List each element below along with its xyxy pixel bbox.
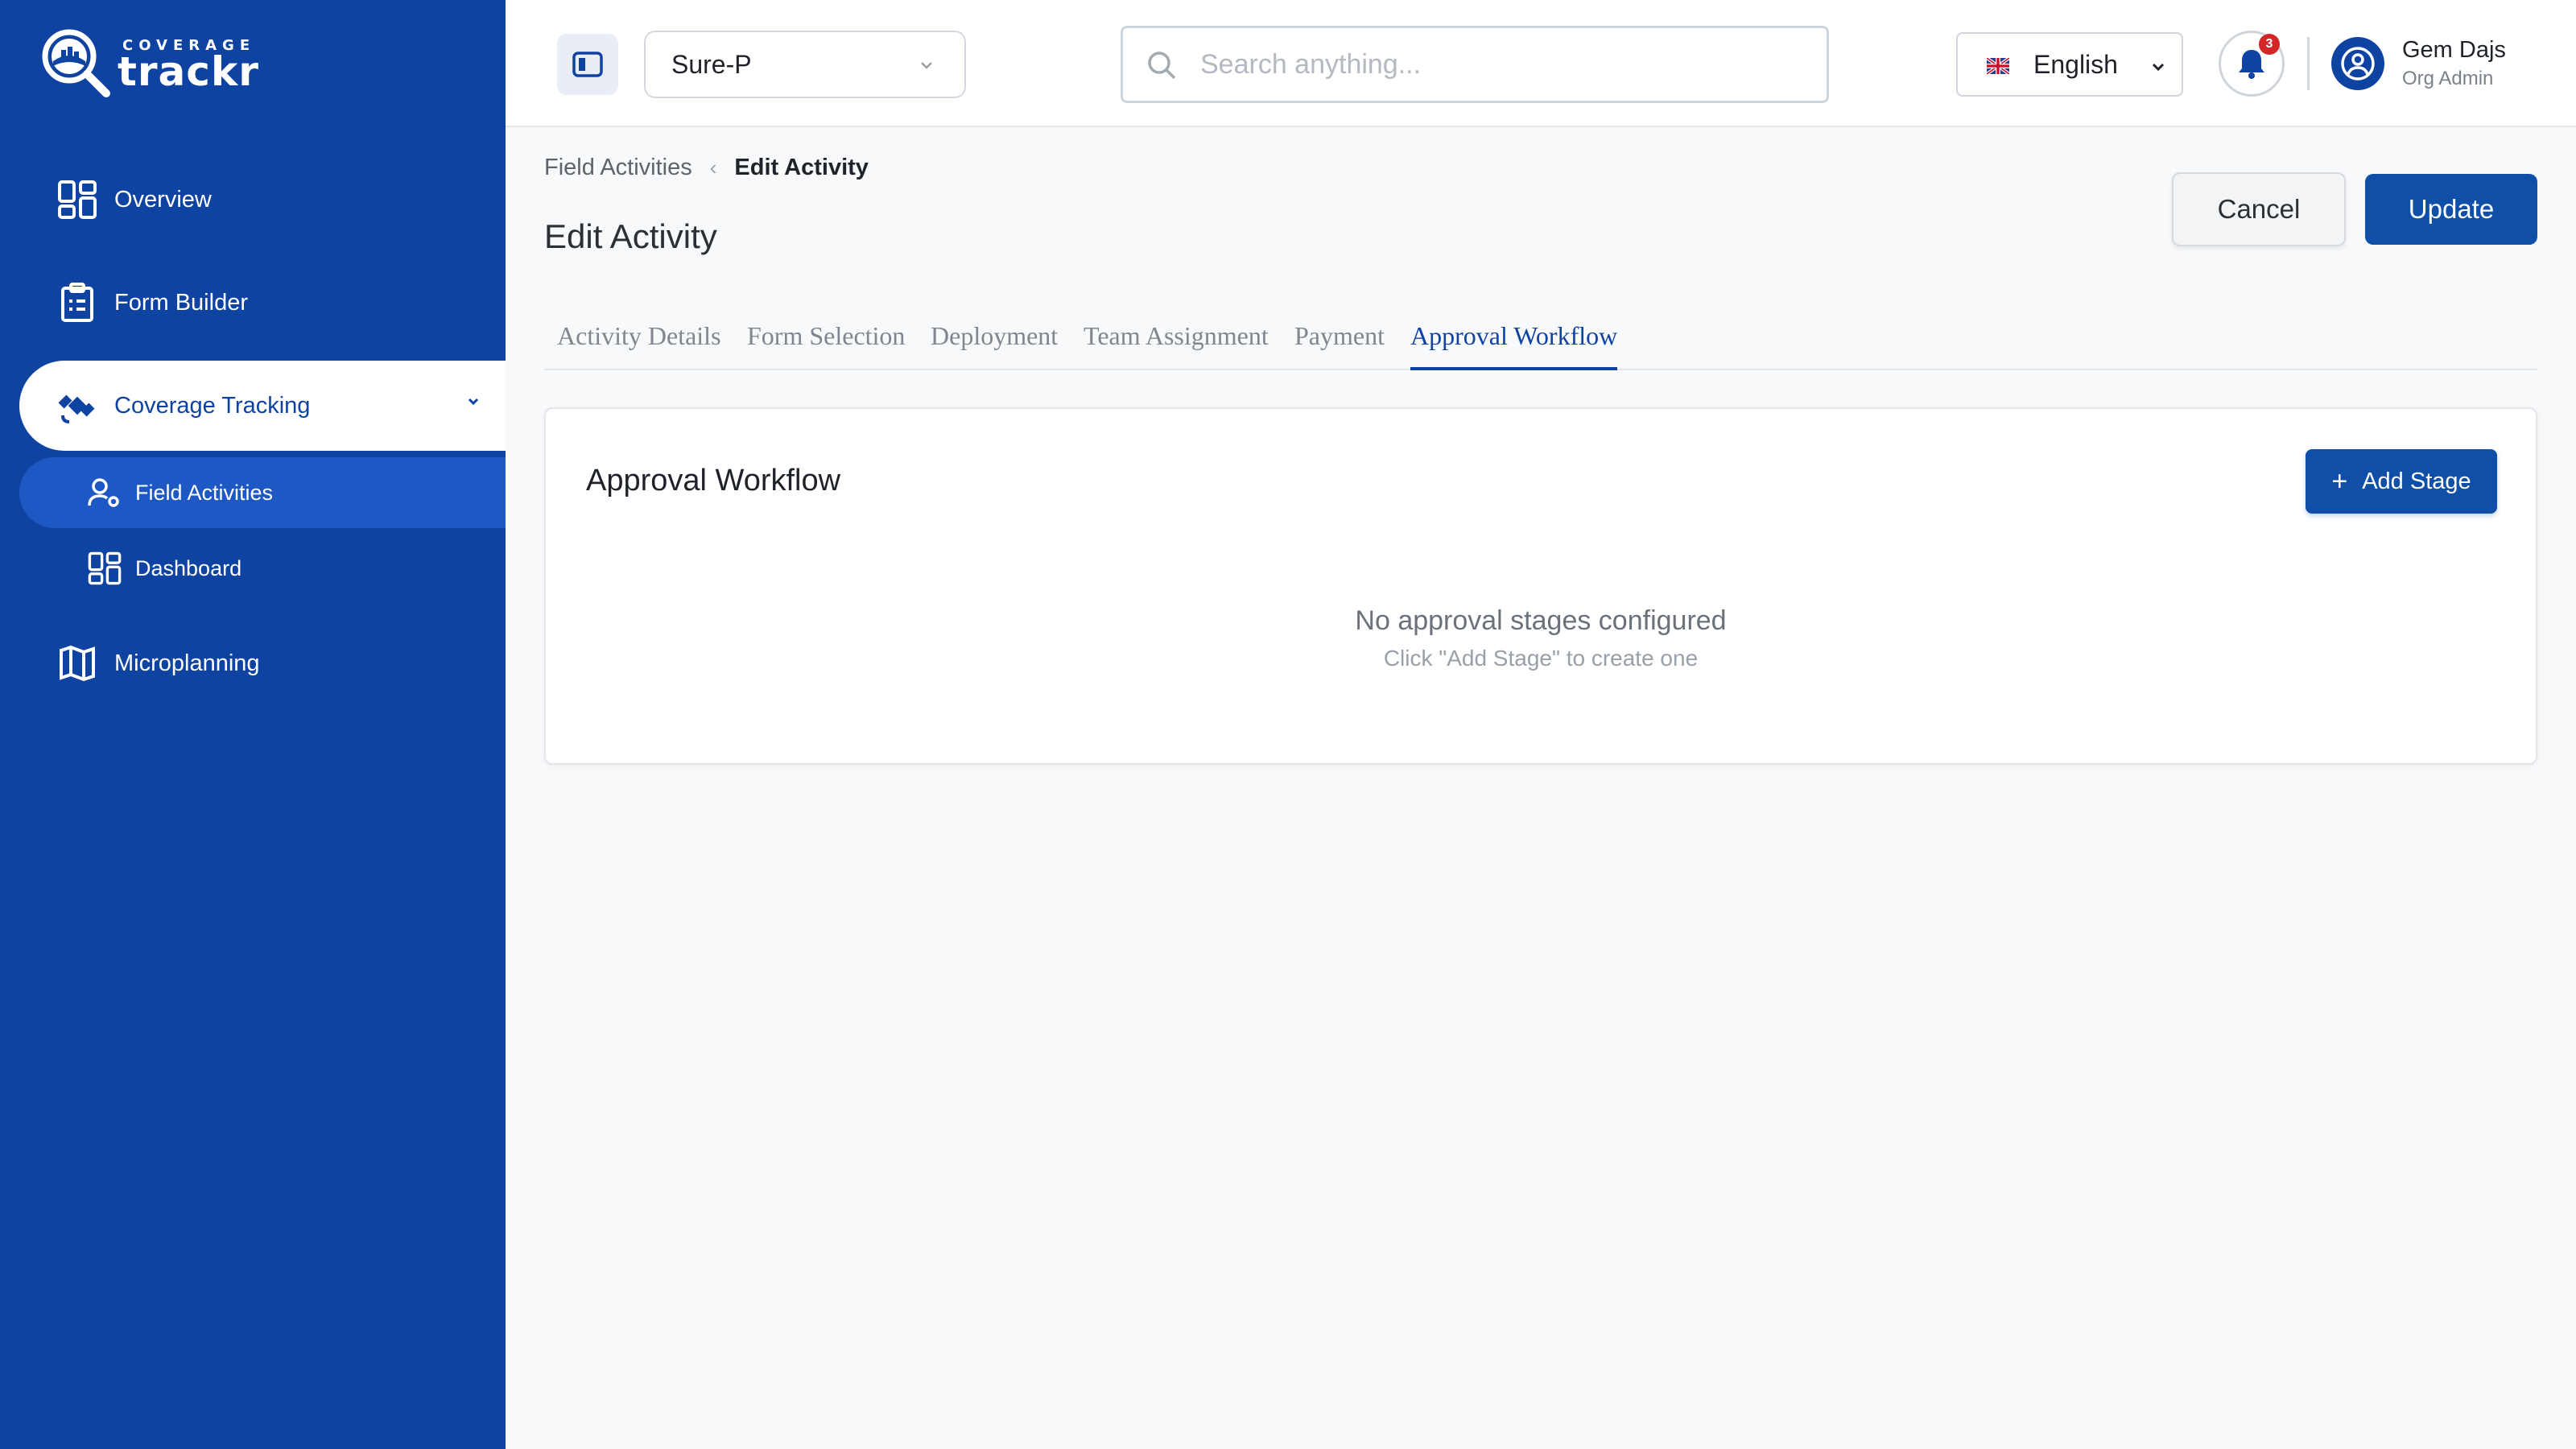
tab-team-assignment[interactable]: Team Assignment	[1084, 314, 1269, 370]
page-title: Edit Activity	[544, 217, 717, 255]
notification-badge: 3	[2259, 34, 2280, 55]
tab-approval-workflow[interactable]: Approval Workflow	[1410, 314, 1618, 370]
tab-deployment[interactable]: Deployment	[931, 314, 1058, 370]
map-icon	[56, 642, 98, 684]
clipboard-icon	[56, 282, 98, 324]
cancel-button[interactable]: Cancel	[2172, 172, 2346, 246]
logo-magnifier-icon	[42, 29, 110, 97]
sidebar-item-form-builder[interactable]: Form Builder	[19, 261, 506, 345]
top-header: Sure-P Search anything... English 3 Gem …	[506, 0, 2576, 127]
empty-state-title: No approval stages configured	[1355, 605, 1727, 636]
sidebar-toggle-icon	[572, 52, 603, 77]
add-stage-label: Add Stage	[2362, 468, 2471, 494]
organization-select-value: Sure-P	[671, 49, 752, 79]
language-select[interactable]: English	[1956, 32, 2183, 97]
user-role: Org Admin	[2402, 68, 2494, 89]
sidebar-item-label: Coverage Tracking	[114, 392, 311, 419]
chevron-down-icon	[2152, 63, 2165, 72]
tab-payment[interactable]: Payment	[1294, 314, 1385, 370]
user-icon	[2341, 47, 2375, 80]
search-placeholder: Search anything...	[1200, 48, 1422, 80]
search-icon	[1148, 52, 1176, 80]
sidebar-subitem-field-activities[interactable]: Field Activities	[19, 457, 506, 528]
language-select-value: English	[2033, 49, 2118, 79]
sidebar-subitem-label: Dashboard	[135, 555, 242, 580]
sidebar: COVERAGE trackr Overview Form Builder Co…	[0, 0, 506, 1449]
plus-icon: +	[2331, 465, 2348, 497]
sidebar-subitem-label: Field Activities	[135, 480, 274, 505]
grid-icon	[56, 179, 98, 221]
card-title: Approval Workflow	[586, 464, 841, 497]
sidebar-item-label: Overview	[114, 186, 212, 213]
satellite-icon	[56, 385, 98, 427]
approval-workflow-card: Approval Workflow + Add Stage No approva…	[544, 407, 2537, 765]
activity-tabs: Activity Details Form Selection Deployme…	[544, 314, 2537, 370]
breadcrumb-link-field-activities[interactable]: Field Activities	[544, 155, 692, 181]
chevron-down-icon	[468, 398, 479, 406]
add-stage-button[interactable]: + Add Stage	[2306, 449, 2497, 514]
empty-state-hint: Click "Add Stage" to create one	[1383, 646, 1699, 671]
sidebar-item-coverage-tracking[interactable]: Coverage Tracking	[19, 361, 506, 451]
sidebar-item-label: Form Builder	[114, 289, 248, 316]
user-name: Gem Dajs	[2402, 37, 2506, 63]
search-input[interactable]: Search anything...	[1121, 26, 1829, 103]
logo[interactable]: COVERAGE trackr	[39, 26, 280, 106]
sidebar-item-microplanning[interactable]: Microplanning	[19, 621, 506, 705]
header-divider	[2307, 37, 2310, 90]
breadcrumb: Field Activities ‹ Edit Activity	[544, 155, 869, 181]
sidebar-subitem-dashboard[interactable]: Dashboard	[19, 533, 506, 604]
user-gear-icon	[87, 475, 122, 510]
chevron-left-icon: ‹	[709, 155, 717, 180]
update-button[interactable]: Update	[2365, 174, 2537, 245]
organization-select[interactable]: Sure-P	[644, 31, 966, 98]
tab-form-selection[interactable]: Form Selection	[747, 314, 905, 370]
tab-activity-details[interactable]: Activity Details	[557, 314, 721, 370]
sidebar-item-overview[interactable]: Overview	[19, 158, 506, 242]
avatar[interactable]	[2331, 37, 2384, 90]
uk-flag-icon	[1987, 58, 2009, 74]
brand-title: trackr	[118, 48, 259, 95]
chevron-down-icon	[921, 62, 932, 69]
sidebar-toggle-button[interactable]	[557, 34, 618, 95]
sidebar-item-label: Microplanning	[114, 650, 260, 676]
breadcrumb-current: Edit Activity	[734, 155, 869, 180]
grid-icon	[87, 551, 122, 586]
